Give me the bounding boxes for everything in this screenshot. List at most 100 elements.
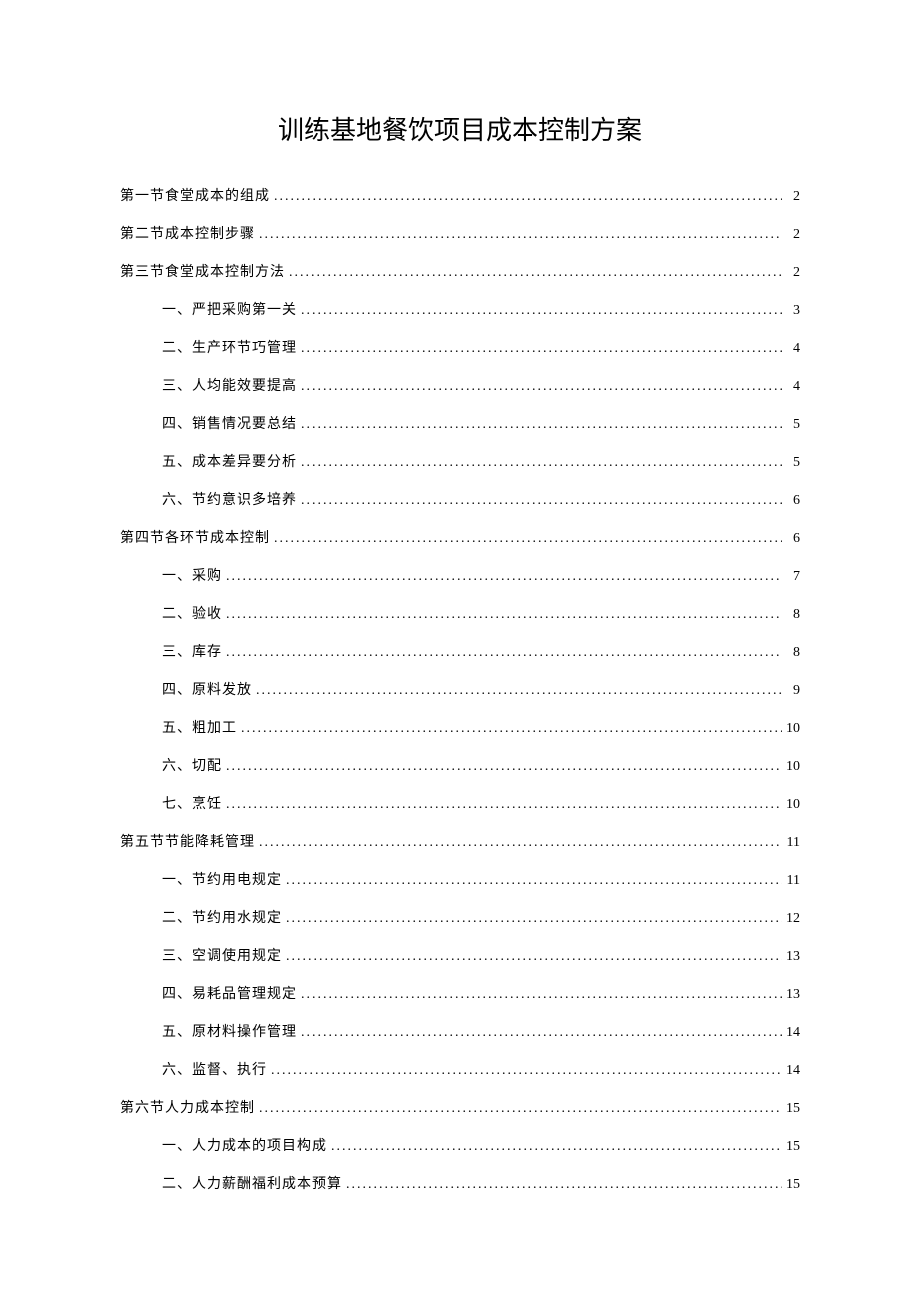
toc-entry: 第三节食堂成本控制方法 2: [120, 261, 800, 281]
toc-entry-label: 六、监督、执行: [162, 1059, 267, 1079]
toc-entry: 五、成本差异要分析 5: [120, 451, 800, 471]
toc-entry: 二、人力薪酬福利成本预算15: [120, 1173, 800, 1193]
toc-entry-leader: [297, 1025, 782, 1041]
toc-entry-leader: [282, 911, 782, 927]
toc-entry-leader: [297, 417, 782, 433]
toc-entry-leader: [342, 1177, 782, 1193]
toc-entry-leader: [297, 493, 782, 509]
toc-entry-label: 一、节约用电规定: [162, 869, 282, 889]
toc-entry: 二、生产环节巧管理 4: [120, 337, 800, 357]
toc-entry-leader: [237, 721, 782, 737]
toc-entry-leader: [297, 303, 782, 319]
toc-entry-label: 二、验收: [162, 603, 222, 623]
toc-entry-label: 第一节食堂成本的组成: [120, 185, 270, 205]
toc-entry-page: 14: [782, 1063, 800, 1079]
toc-entry: 第一节食堂成本的组成 2: [120, 185, 800, 205]
toc-entry-leader: [282, 873, 782, 889]
toc-entry-leader: [297, 341, 782, 357]
toc-entry-page: 6: [782, 531, 800, 547]
toc-entry-page: 5: [782, 417, 800, 433]
toc-entry-page: 2: [782, 265, 800, 281]
toc-entry-label: 第五节节能降耗管理: [120, 831, 255, 851]
toc-entry-label: 五、成本差异要分析: [162, 451, 297, 471]
toc-entry-label: 五、原材料操作管理: [162, 1021, 297, 1041]
toc-entry-page: 8: [782, 645, 800, 661]
toc-entry: 四、易耗品管理规定 13: [120, 983, 800, 1003]
toc-entry-page: 7: [782, 569, 800, 585]
toc-entry-page: 5: [782, 455, 800, 471]
toc-entry-label: 四、原料发放: [162, 679, 252, 699]
toc-entry-page: 15: [782, 1101, 800, 1117]
toc-entry: 四、销售情况要总结5: [120, 413, 800, 433]
toc-entry-page: 11: [782, 835, 800, 851]
toc-entry-page: 2: [782, 189, 800, 205]
toc-entry: 六、切配 10: [120, 755, 800, 775]
toc-entry: 七、烹饪 10: [120, 793, 800, 813]
toc-entry: 六、节约意识多培养 6: [120, 489, 800, 509]
toc-entry: 一、严把采购第一关 3: [120, 299, 800, 319]
toc-entry-page: 15: [782, 1139, 800, 1155]
toc-entry: 三、空调使用规定 13: [120, 945, 800, 965]
toc-entry-label: 三、库存: [162, 641, 222, 661]
toc-entry: 三、库存 8: [120, 641, 800, 661]
toc-entry-leader: [285, 265, 782, 281]
toc-entry-leader: [255, 835, 782, 851]
toc-entry: 四、原料发放 9: [120, 679, 800, 699]
toc-entry-page: 13: [782, 949, 800, 965]
toc-entry-leader: [297, 987, 782, 1003]
toc-entry: 第二节成本控制步骤2: [120, 223, 800, 243]
toc-entry-label: 一、采购: [162, 565, 222, 585]
toc-entry-label: 五、粗加工: [162, 717, 237, 737]
toc-entry: 三、人均能效要提高 4: [120, 375, 800, 395]
toc-entry-leader: [282, 949, 782, 965]
toc-entry-label: 第四节各环节成本控制: [120, 527, 270, 547]
toc-entry-label: 二、生产环节巧管理: [162, 337, 297, 357]
toc-entry-label: 二、人力薪酬福利成本预算: [162, 1173, 342, 1193]
toc-entry: 一、采购 7: [120, 565, 800, 585]
toc-entry-label: 二、节约用水规定: [162, 907, 282, 927]
toc-entry-label: 四、易耗品管理规定: [162, 983, 297, 1003]
toc-entry: 五、粗加工 10: [120, 717, 800, 737]
toc-entry-label: 六、节约意识多培养: [162, 489, 297, 509]
toc-entry-label: 三、人均能效要提高: [162, 375, 297, 395]
toc-entry-page: 2: [782, 227, 800, 243]
toc-entry-page: 12: [782, 911, 800, 927]
toc-entry-page: 10: [782, 759, 800, 775]
toc-entry-page: 13: [782, 987, 800, 1003]
toc-entry-leader: [252, 683, 782, 699]
document-page: 训练基地餐饮项目成本控制方案 第一节食堂成本的组成2第二节成本控制步骤2第三节食…: [0, 0, 920, 1271]
toc-entry-label: 第六节人力成本控制: [120, 1097, 255, 1117]
toc-entry-leader: [222, 607, 782, 623]
toc-entry-leader: [270, 189, 782, 205]
toc-entry-label: 七、烹饪: [162, 793, 222, 813]
toc-entry: 一、节约用电规定11: [120, 869, 800, 889]
toc-entry-page: 4: [782, 341, 800, 357]
toc-entry-page: 14: [782, 1025, 800, 1041]
toc-entry-page: 10: [782, 797, 800, 813]
toc-entry-page: 10: [782, 721, 800, 737]
toc-entry-leader: [297, 379, 782, 395]
toc-entry-page: 3: [782, 303, 800, 319]
toc-entry-leader: [222, 797, 782, 813]
toc-entry-label: 三、空调使用规定: [162, 945, 282, 965]
toc-entry-leader: [222, 645, 782, 661]
table-of-contents: 第一节食堂成本的组成2第二节成本控制步骤2第三节食堂成本控制方法2一、严把采购第…: [120, 185, 800, 1193]
toc-entry-label: 第三节食堂成本控制方法: [120, 261, 285, 281]
toc-entry-page: 8: [782, 607, 800, 623]
toc-entry-page: 9: [782, 683, 800, 699]
toc-entry-leader: [255, 227, 782, 243]
toc-entry-label: 六、切配: [162, 755, 222, 775]
toc-entry-leader: [255, 1101, 782, 1117]
toc-entry-page: 4: [782, 379, 800, 395]
toc-entry-label: 一、人力成本的项目构成: [162, 1135, 327, 1155]
toc-entry: 二、验收 8: [120, 603, 800, 623]
toc-entry-leader: [222, 759, 782, 775]
toc-entry-leader: [297, 455, 782, 471]
toc-entry: 第五节节能降耗管理 11: [120, 831, 800, 851]
toc-entry-label: 一、严把采购第一关: [162, 299, 297, 319]
toc-entry-page: 6: [782, 493, 800, 509]
document-title: 训练基地餐饮项目成本控制方案: [120, 110, 800, 147]
toc-entry-leader: [327, 1139, 782, 1155]
toc-entry: 二、节约用水规定 12: [120, 907, 800, 927]
toc-entry: 五、原材料操作管理 14: [120, 1021, 800, 1041]
